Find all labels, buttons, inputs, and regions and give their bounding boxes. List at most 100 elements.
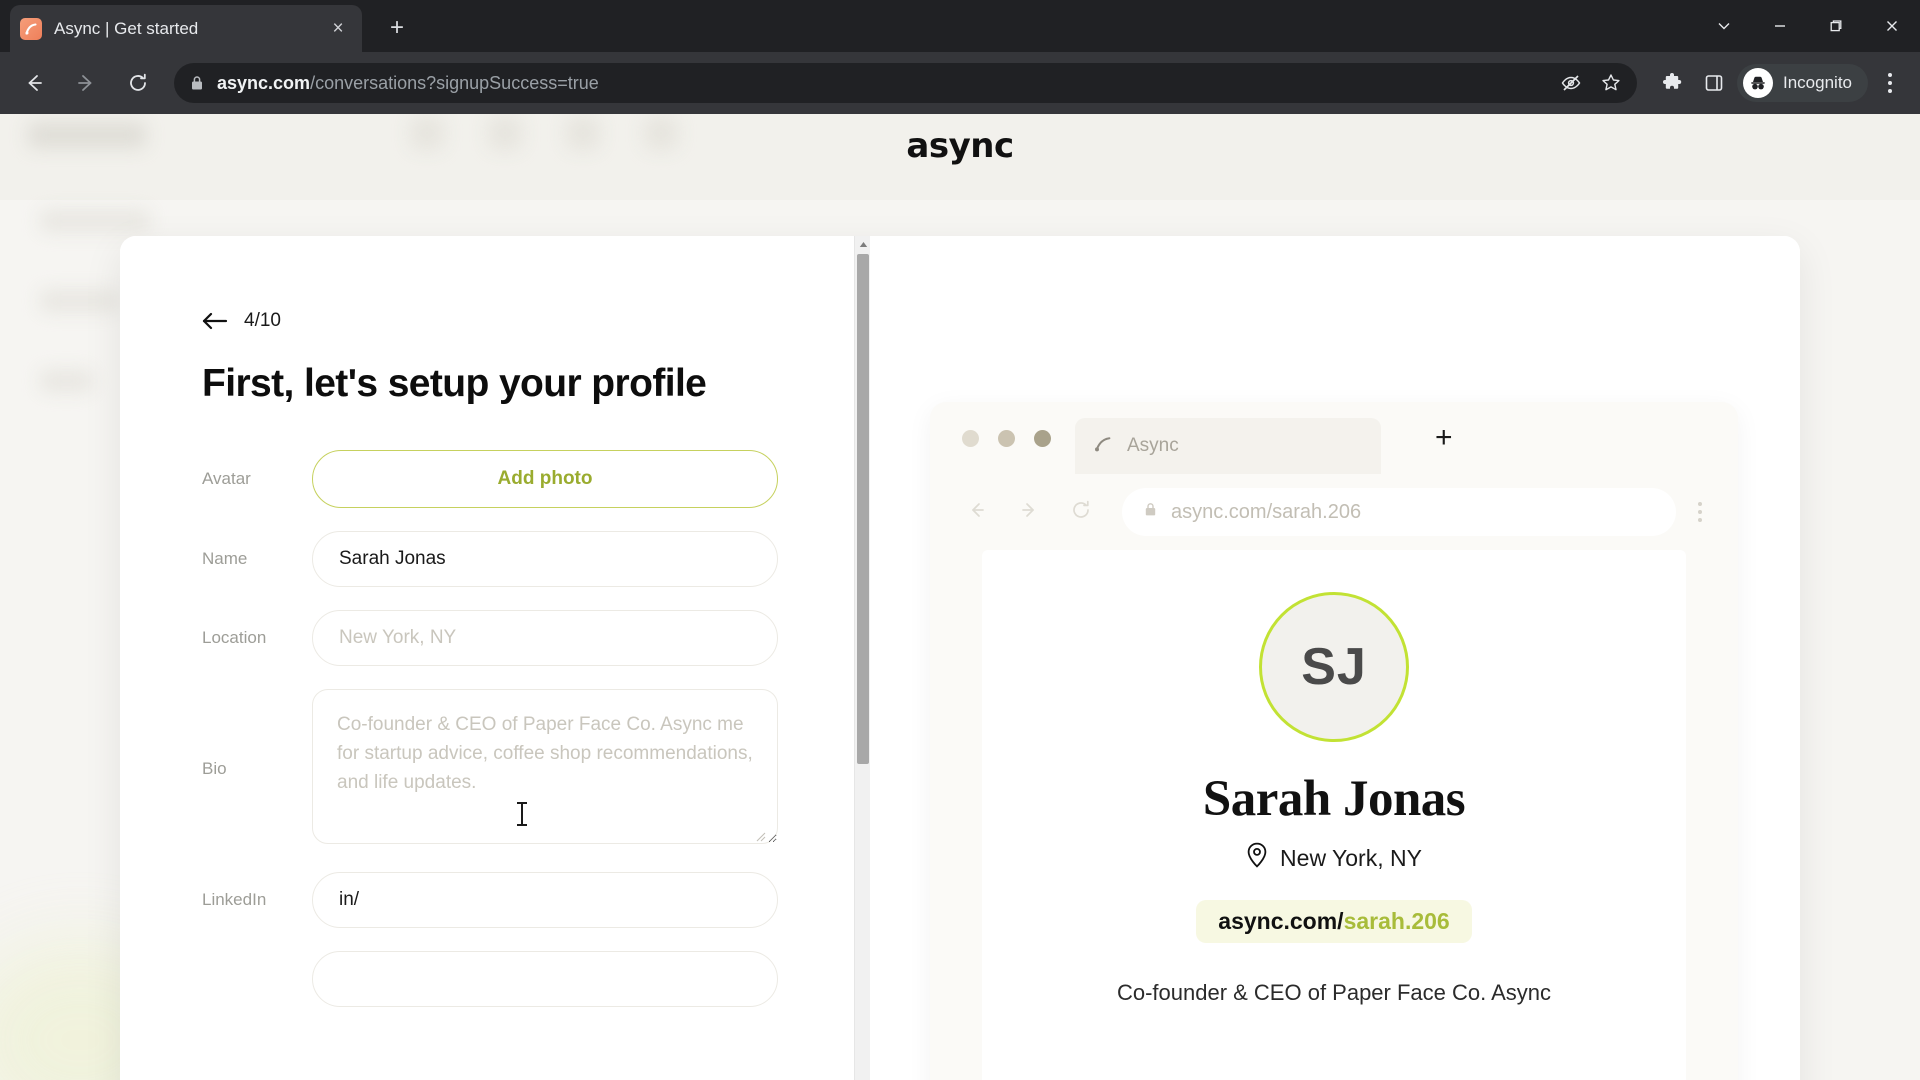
mockup-tab-label: Async xyxy=(1127,435,1179,456)
traffic-light-dot xyxy=(962,429,979,447)
browser-mockup: Async + async.com/sarah.206 SJ Sarah Jon… xyxy=(930,402,1738,1080)
browser-tab-strip: Async | Get started × + xyxy=(0,0,1920,52)
avatar-initials: SJ xyxy=(1301,638,1367,696)
profile-form-panel: 4/10 First, let's setup your profile Ava… xyxy=(120,236,870,1080)
step-indicator: 4/10 xyxy=(202,310,850,332)
incognito-label: Incognito xyxy=(1783,73,1852,92)
profile-form: Avatar Add photo Name Location xyxy=(202,450,778,1007)
mockup-lock-icon xyxy=(1144,502,1157,522)
profile-card: SJ Sarah Jonas New York, NY async.com/sa… xyxy=(982,550,1686,1009)
browser-tab[interactable]: Async | Get started × xyxy=(10,5,362,52)
avatar: SJ xyxy=(1259,592,1409,742)
add-photo-button[interactable]: Add photo xyxy=(312,450,778,508)
mockup-traffic-lights xyxy=(948,429,1075,447)
brand-header: async xyxy=(0,126,1920,166)
form-row-location: Location xyxy=(202,610,778,666)
bio-label: Bio xyxy=(202,759,227,778)
new-tab-button[interactable]: + xyxy=(380,12,414,46)
extensions-icon[interactable] xyxy=(1651,62,1693,104)
text-cursor xyxy=(517,802,527,826)
form-row-avatar: Avatar Add photo xyxy=(202,450,778,508)
async-wordmark: async xyxy=(906,126,1014,166)
back-arrow-icon[interactable] xyxy=(202,310,228,332)
mockup-menu-icon xyxy=(1698,502,1702,522)
mockup-address-bar: async.com/sarah.206 xyxy=(1122,488,1676,536)
bookmark-star-icon[interactable] xyxy=(1593,65,1629,101)
mockup-kebab-dot xyxy=(1698,510,1702,514)
mockup-kebab-dot xyxy=(1698,502,1702,506)
linkedin-input[interactable] xyxy=(312,872,778,928)
lock-icon xyxy=(190,75,204,91)
profile-location: New York, NY xyxy=(982,842,1686,874)
mockup-page-content: SJ Sarah Jonas New York, NY async.com/sa… xyxy=(982,550,1686,1080)
background-sidebar-row xyxy=(40,210,150,232)
mockup-async-favicon-icon xyxy=(1093,434,1113,459)
mockup-kebab-dot xyxy=(1698,518,1702,522)
bio-textarea[interactable] xyxy=(312,689,778,844)
address-bar-url: async.com/conversations?signupSuccess=tr… xyxy=(217,73,599,94)
location-input[interactable] xyxy=(312,610,778,666)
mockup-url-bar: async.com/sarah.206 xyxy=(930,474,1738,550)
mockup-url-text: async.com/sarah.206 xyxy=(1171,500,1362,523)
mockup-forward-icon xyxy=(1018,499,1040,526)
step-counter: 4/10 xyxy=(244,310,281,331)
address-bar[interactable]: async.com/conversations?signupSuccess=tr… xyxy=(174,63,1637,103)
profile-name: Sarah Jonas xyxy=(1202,771,1466,827)
form-row-next xyxy=(202,951,778,1007)
traffic-light-dot xyxy=(998,429,1015,447)
avatar-label: Avatar xyxy=(202,469,251,488)
tracking-protection-icon[interactable] xyxy=(1553,65,1589,101)
location-pin-icon xyxy=(1246,842,1268,874)
kebab-dot xyxy=(1888,89,1892,93)
mockup-reload-icon xyxy=(1070,499,1092,526)
kebab-dot xyxy=(1888,73,1892,77)
form-scrollbar[interactable] xyxy=(854,236,870,1080)
profile-url-badge[interactable]: async.com/sarah.206 xyxy=(1196,900,1472,943)
browser-tab-title: Async | Get started xyxy=(54,18,199,38)
profile-url-prefix: async.com/ xyxy=(1218,908,1344,934)
linkedin-label: LinkedIn xyxy=(202,890,267,909)
close-window-icon[interactable] xyxy=(1864,0,1920,52)
name-input[interactable] xyxy=(312,531,778,587)
async-favicon-icon xyxy=(20,17,42,40)
url-domain: async.com xyxy=(217,72,311,93)
traffic-light-dot xyxy=(1034,429,1051,447)
mockup-nav-icons xyxy=(966,499,1092,526)
incognito-profile-button[interactable]: Incognito xyxy=(1737,64,1868,102)
mockup-new-tab-icon: + xyxy=(1435,421,1453,454)
browser-toolbar: async.com/conversations?signupSuccess=tr… xyxy=(0,52,1920,114)
kebab-dot xyxy=(1888,81,1892,85)
maximize-window-icon[interactable] xyxy=(1808,0,1864,52)
form-row-linkedin: LinkedIn xyxy=(202,872,778,928)
name-label: Name xyxy=(202,549,248,568)
profile-bio: Co-founder & CEO of Paper Face Co. Async xyxy=(1116,980,1552,1005)
profile-preview-panel: Async + async.com/sarah.206 SJ Sarah Jon… xyxy=(870,236,1800,1080)
side-panel-icon[interactable] xyxy=(1693,62,1735,104)
form-row-name: Name xyxy=(202,531,778,587)
close-tab-icon[interactable]: × xyxy=(324,15,352,43)
mockup-tab-bar: Async + xyxy=(930,402,1738,474)
minimize-window-icon[interactable] xyxy=(1752,0,1808,52)
profile-location-text: New York, NY xyxy=(1280,844,1422,871)
page-viewport: async 4/10 First, let's setup your profi… xyxy=(0,114,1920,1080)
window-controls xyxy=(1696,0,1920,52)
url-path: /conversations?signupSuccess=true xyxy=(310,72,599,93)
location-label: Location xyxy=(202,628,267,647)
profile-form-inner: 4/10 First, let's setup your profile Ava… xyxy=(120,236,850,1030)
onboarding-modal: 4/10 First, let's setup your profile Ava… xyxy=(120,236,1800,1080)
address-bar-actions xyxy=(1553,63,1629,103)
back-button[interactable] xyxy=(14,63,54,103)
mockup-tab: Async xyxy=(1075,418,1381,474)
incognito-icon xyxy=(1743,68,1773,98)
page-title: First, let's setup your profile xyxy=(202,362,707,405)
scroll-up-icon[interactable] xyxy=(855,236,870,253)
extra-input[interactable] xyxy=(312,951,778,1007)
background-sidebar-row xyxy=(40,290,120,312)
mockup-back-icon xyxy=(966,499,988,526)
tab-search-icon[interactable] xyxy=(1696,0,1752,52)
scrollbar-thumb[interactable] xyxy=(857,254,869,764)
reload-button[interactable] xyxy=(118,63,158,103)
forward-button[interactable] xyxy=(66,63,106,103)
form-row-bio: Bio xyxy=(202,689,778,849)
browser-menu-icon[interactable] xyxy=(1868,61,1912,105)
